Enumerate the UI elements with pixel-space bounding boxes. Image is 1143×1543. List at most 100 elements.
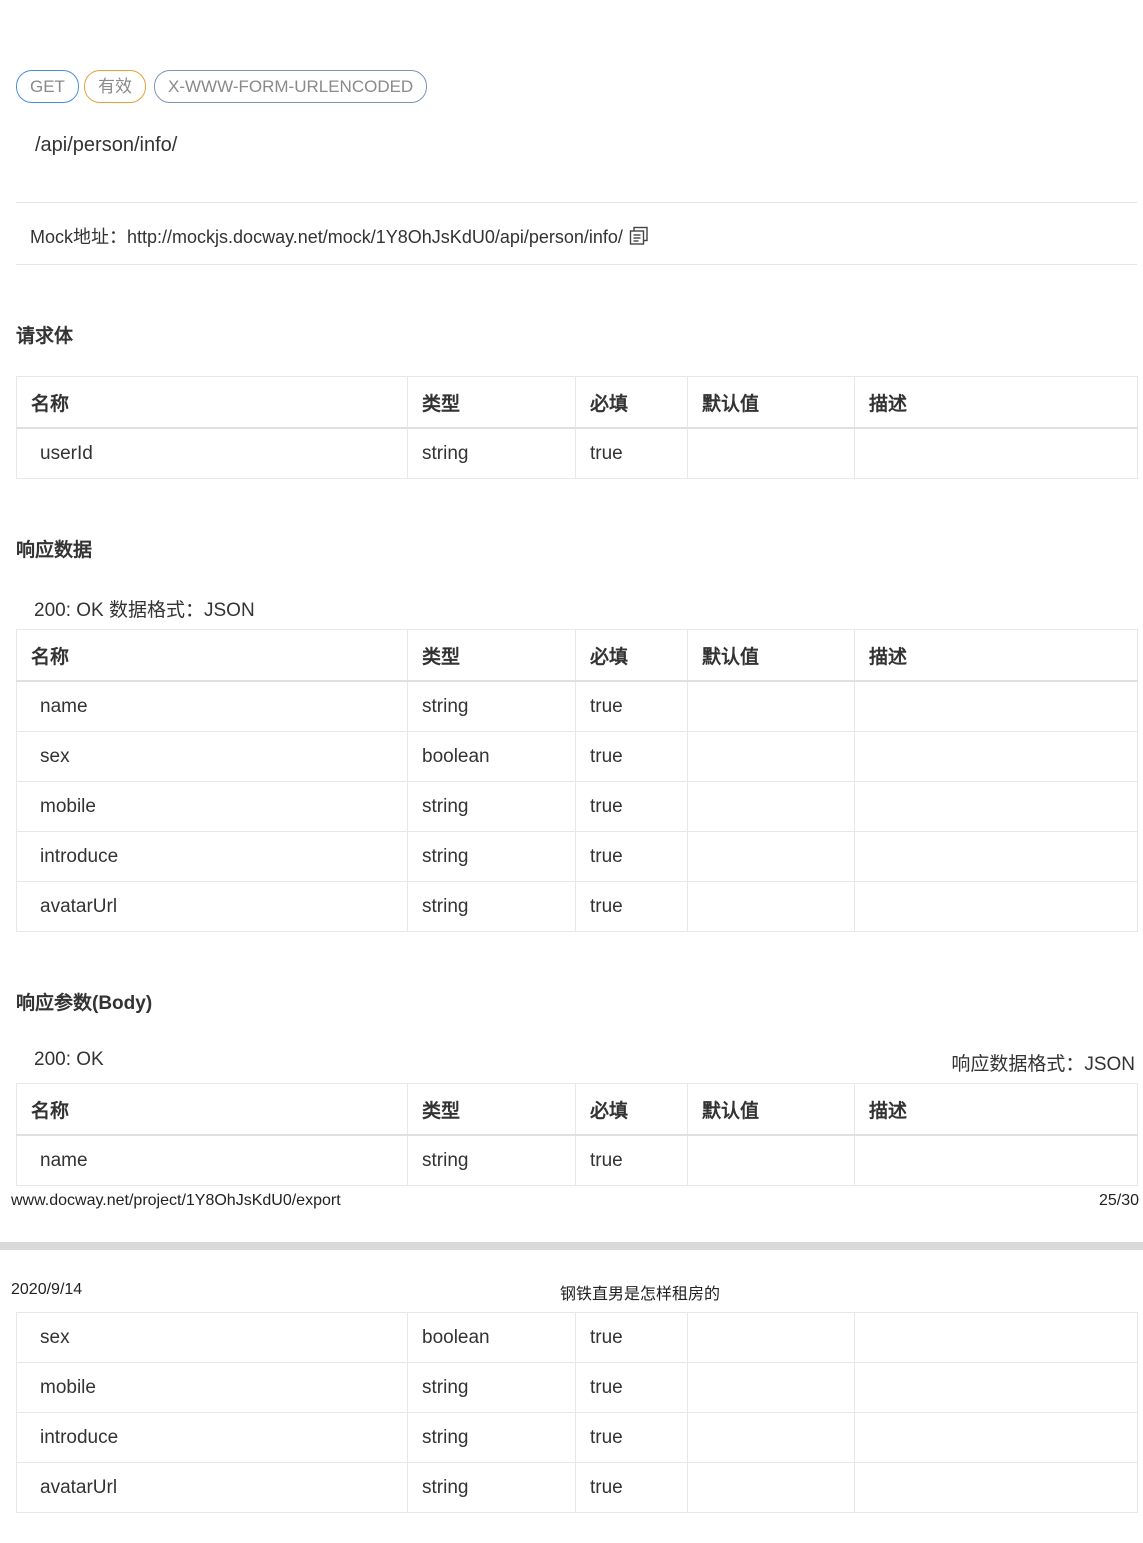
cell-required: true <box>575 1412 688 1463</box>
api-path: /api/person/info/ <box>35 134 178 156</box>
cell-name: name <box>16 1134 408 1186</box>
table-header-row: 名称 类型 必填 默认值 描述 <box>16 629 1138 682</box>
response-data-table: 名称 类型 必填 默认值 描述 name string true sex boolean true m… <box>16 629 1138 932</box>
table-row: sex boolean true <box>16 731 1138 782</box>
header-col-desc: 描述 <box>854 1083 1138 1136</box>
mock-label: Mock地址： <box>30 227 128 247</box>
cell-name: mobile <box>16 781 408 832</box>
response-data-status: 200: OK 数据格式：JSON <box>34 600 255 621</box>
cell-name: avatarUrl <box>16 881 408 932</box>
status-tag: 有效 <box>84 70 146 103</box>
cell-name: avatarUrl <box>16 1462 408 1513</box>
request-body-table: 名称 类型 必填 默认值 描述 userId string true <box>16 376 1138 479</box>
header-col-desc: 描述 <box>854 376 1138 429</box>
header-col-type: 类型 <box>407 629 576 682</box>
cell-type: boolean <box>407 1312 576 1363</box>
cell-default <box>687 831 855 882</box>
header-col-required: 必填 <box>575 376 688 429</box>
cell-default <box>687 1362 855 1413</box>
cell-desc <box>854 731 1138 782</box>
cell-name: introduce <box>16 1412 408 1463</box>
cell-default <box>687 680 855 732</box>
cell-desc <box>854 1312 1138 1363</box>
cell-required: true <box>575 831 688 882</box>
cell-type: string <box>407 427 576 479</box>
cell-type: string <box>407 1412 576 1463</box>
table-row: avatarUrl string true <box>16 1462 1138 1513</box>
page-header-title: 钢铁直男是怎样租房的 <box>560 1284 721 1303</box>
cell-default <box>687 731 855 782</box>
table-row: mobile string true <box>16 1362 1138 1413</box>
header-col-name: 名称 <box>16 376 408 429</box>
cell-default <box>687 881 855 932</box>
cell-type: string <box>407 1362 576 1413</box>
cell-type: boolean <box>407 731 576 782</box>
header-col-name: 名称 <box>16 1083 408 1136</box>
cell-default <box>687 1312 855 1363</box>
cell-desc <box>854 881 1138 932</box>
cell-desc <box>854 1362 1138 1413</box>
cell-desc <box>854 1462 1138 1513</box>
table-row: sex boolean true <box>16 1312 1138 1363</box>
table-header-row: 名称 类型 必填 默认值 描述 <box>16 376 1138 429</box>
cell-desc <box>854 831 1138 882</box>
header-col-required: 必填 <box>575 629 688 682</box>
cell-default <box>687 1412 855 1463</box>
cell-required: true <box>575 680 688 732</box>
cell-required: true <box>575 427 688 479</box>
header-col-type: 类型 <box>407 1083 576 1136</box>
cell-name: introduce <box>16 831 408 882</box>
content-type-tag: X-WWW-FORM-URLENCODED <box>154 70 428 103</box>
cell-desc <box>854 427 1138 479</box>
table-row: avatarUrl string true <box>16 881 1138 932</box>
cell-type: string <box>407 831 576 882</box>
cell-type: string <box>407 1134 576 1186</box>
request-body-title: 请求体 <box>16 326 74 347</box>
response-body-title: 响应参数(Body) <box>16 993 153 1014</box>
cell-desc <box>854 680 1138 732</box>
response-body-table: 名称 类型 必填 默认值 描述 name string true <box>16 1083 1138 1186</box>
table-row: introduce string true <box>16 1412 1138 1463</box>
cell-required: true <box>575 881 688 932</box>
cell-required: true <box>575 731 688 782</box>
mock-address-box: Mock地址：http://mockjs.docway.net/mock/1Y8… <box>16 202 1137 265</box>
page-footer-url: www.docway.net/project/1Y8OhJsKdU0/expor… <box>11 1192 341 1209</box>
page-header-date: 2020/9/14 <box>11 1281 83 1298</box>
cell-required: true <box>575 1312 688 1363</box>
cell-name: userId <box>16 427 408 479</box>
header-col-name: 名称 <box>16 629 408 682</box>
cell-name: mobile <box>16 1362 408 1413</box>
cell-default <box>687 1462 855 1513</box>
response-body-format: 响应数据格式：JSON <box>951 1054 1135 1075</box>
cell-default <box>687 427 855 479</box>
cell-default <box>687 1134 855 1186</box>
table-row: name string true <box>16 1134 1138 1186</box>
header-col-default: 默认值 <box>687 629 855 682</box>
response-body-table-continued: sex boolean true mobile string true introduce s… <box>16 1312 1138 1513</box>
header-col-default: 默认值 <box>687 376 855 429</box>
cell-desc <box>854 1134 1138 1186</box>
cell-type: string <box>407 781 576 832</box>
cell-required: true <box>575 1134 688 1186</box>
cell-required: true <box>575 1362 688 1413</box>
header-col-desc: 描述 <box>854 629 1138 682</box>
cell-desc <box>854 781 1138 832</box>
cell-type: string <box>407 1462 576 1513</box>
cell-name: sex <box>16 731 408 782</box>
table-header-row: 名称 类型 必填 默认值 描述 <box>16 1083 1138 1136</box>
method-tag: GET <box>16 70 79 103</box>
table-row: userId string true <box>16 427 1138 479</box>
copy-icon[interactable] <box>629 226 649 251</box>
cell-type: string <box>407 881 576 932</box>
cell-required: true <box>575 781 688 832</box>
cell-type: string <box>407 680 576 732</box>
header-col-type: 类型 <box>407 376 576 429</box>
table-row: introduce string true <box>16 831 1138 882</box>
page-number: 25/30 <box>1098 1192 1139 1209</box>
mock-url[interactable]: http://mockjs.docway.net/mock/1Y8OhJsKdU… <box>127 227 623 247</box>
cell-desc <box>854 1412 1138 1463</box>
page-separator <box>0 1242 1143 1250</box>
cell-default <box>687 781 855 832</box>
table-row: mobile string true <box>16 781 1138 832</box>
cell-name: sex <box>16 1312 408 1363</box>
